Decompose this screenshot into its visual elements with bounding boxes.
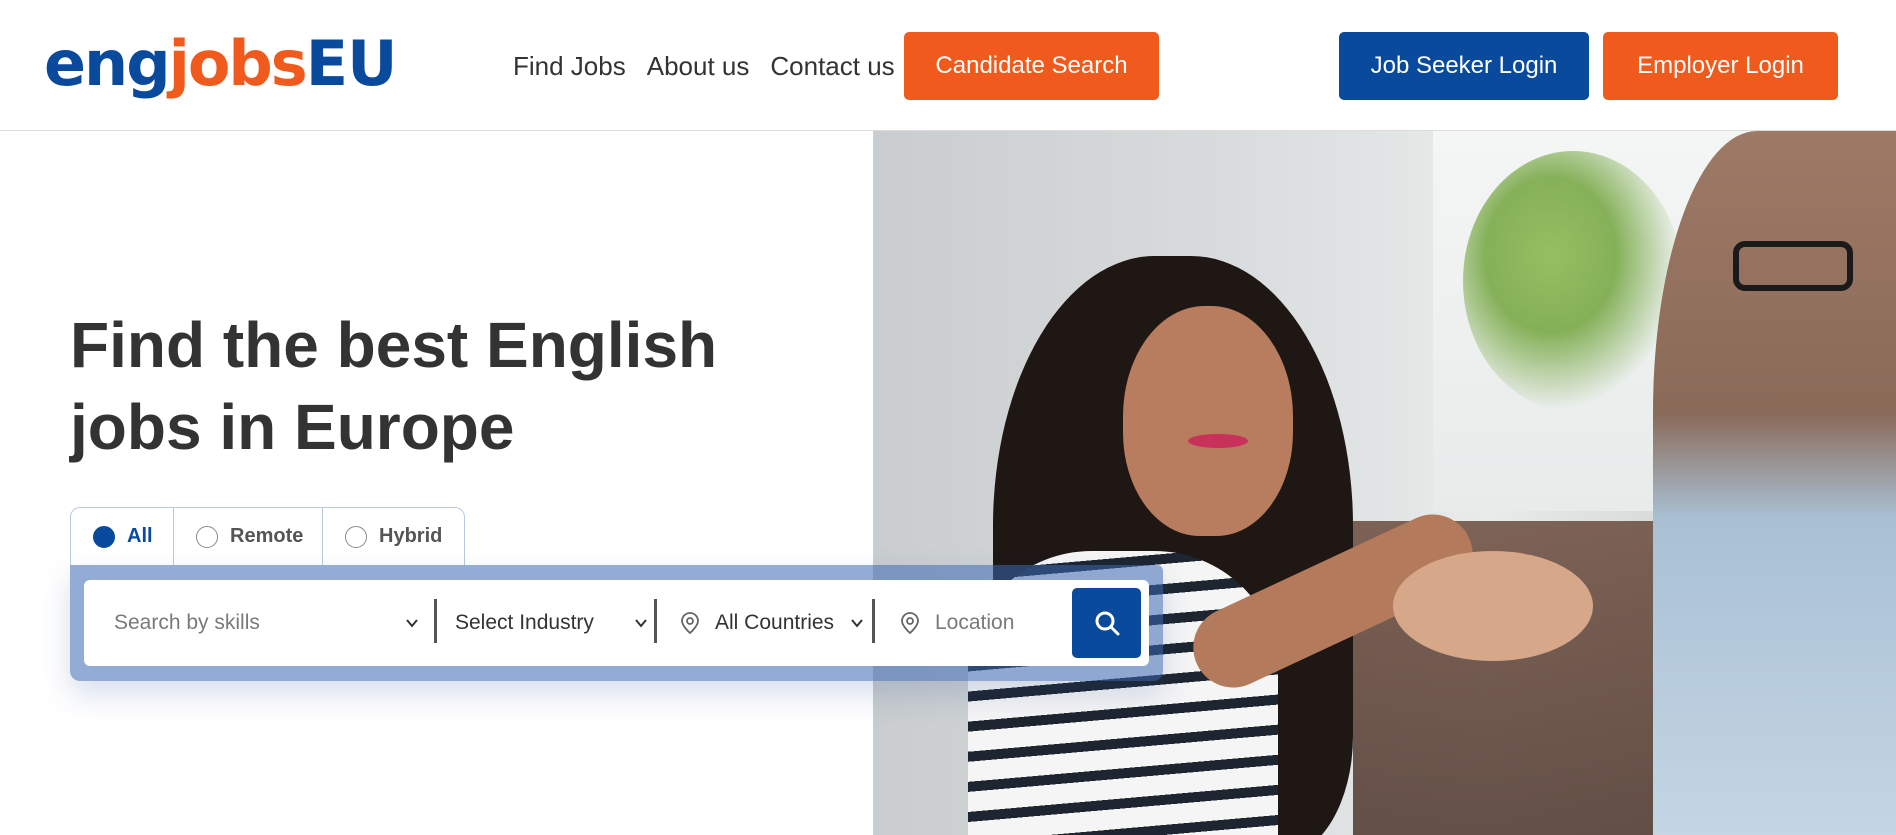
chevron-down-icon — [851, 619, 863, 628]
hero-headline: Find the best English jobs in Europe — [70, 304, 830, 468]
countries-value: All Countries — [715, 611, 835, 634]
hero-headline-line1: Find the best English — [70, 309, 718, 381]
search-button[interactable] — [1072, 588, 1141, 658]
nav-contact-us[interactable]: Contact us — [770, 46, 894, 86]
tab-remote[interactable]: Remote — [174, 508, 323, 565]
location-pin-icon — [681, 612, 699, 635]
hero-photo-woman-lips — [1188, 434, 1248, 448]
radio-all[interactable] — [93, 525, 115, 548]
hero-photo-glasses — [1733, 241, 1853, 291]
tab-all-label: All — [127, 525, 153, 547]
industry-value: Select Industry — [455, 611, 594, 634]
logo-part-jobs: jobs — [168, 27, 308, 100]
radio-remote[interactable] — [196, 525, 218, 548]
divider — [434, 599, 437, 643]
main-nav: Find Jobs About us Contact us — [513, 46, 916, 86]
hero-photo-handshake — [1393, 551, 1593, 661]
hero-photo — [873, 131, 1896, 835]
hero-photo-man — [1653, 131, 1896, 835]
tab-hybrid[interactable]: Hybrid — [323, 508, 464, 565]
chevron-down-icon — [635, 619, 647, 628]
hero-photo-woman-face — [1123, 306, 1293, 536]
search-box: Search by skills Select Industry All Cou… — [84, 580, 1149, 666]
skills-placeholder: Search by skills — [114, 611, 260, 634]
tab-all[interactable]: All — [71, 508, 174, 565]
hero-photo-plant — [1463, 151, 1683, 411]
site-logo[interactable]: eng jobs EU — [44, 22, 398, 106]
location-input[interactable]: Location — [877, 580, 1065, 666]
nav-find-jobs[interactable]: Find Jobs — [513, 46, 626, 86]
radio-hybrid[interactable] — [345, 525, 367, 548]
candidate-search-button[interactable]: Candidate Search — [904, 32, 1159, 100]
logo-part-eng: eng — [44, 27, 171, 100]
tab-remote-label: Remote — [230, 525, 304, 547]
search-icon — [1095, 611, 1119, 636]
divider — [654, 599, 657, 643]
site-header: eng jobs EU Find Jobs About us Contact us … — [0, 0, 1896, 131]
tab-hybrid-label: Hybrid — [379, 525, 443, 547]
hero-headline-line2: jobs in Europe — [70, 391, 515, 463]
search-panel: Search by skills Select Industry All Cou… — [70, 565, 1163, 681]
logo-part-eu: EU — [305, 27, 398, 100]
location-pin-icon — [901, 612, 919, 635]
skills-select[interactable]: Search by skills — [84, 580, 429, 666]
work-type-tabs: All Remote Hybrid — [70, 507, 465, 565]
countries-select[interactable]: All Countries — [659, 580, 874, 666]
industry-select[interactable]: Select Industry — [440, 580, 658, 666]
chevron-down-icon — [406, 619, 418, 628]
job-seeker-login-button[interactable]: Job Seeker Login — [1339, 32, 1589, 100]
location-placeholder: Location — [935, 611, 1015, 634]
nav-about-us[interactable]: About us — [647, 46, 750, 86]
divider — [872, 599, 875, 643]
employer-login-button[interactable]: Employer Login — [1603, 32, 1838, 100]
